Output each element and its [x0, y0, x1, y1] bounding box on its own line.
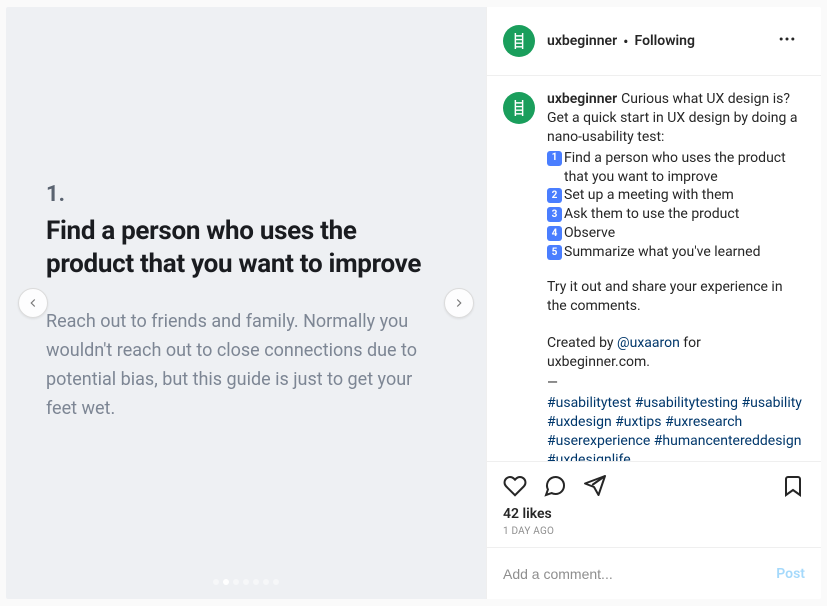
- keycap-2-icon: 2: [547, 188, 562, 203]
- carousel-prev-button[interactable]: [18, 288, 48, 318]
- post-modal: 1. Find a person who uses the product th…: [6, 7, 821, 599]
- chevron-left-icon: [26, 296, 40, 310]
- carousel-pagination: [6, 579, 486, 585]
- caption-step: 4Observe: [547, 224, 805, 243]
- mention-link[interactable]: @uxaaron: [617, 335, 680, 351]
- slide-body: Reach out to friends and family. Normall…: [46, 308, 446, 423]
- keycap-1-icon: 1: [547, 151, 562, 166]
- comment-button[interactable]: [543, 474, 567, 498]
- paper-plane-icon: [583, 474, 607, 498]
- caption-text: uxbeginnerCurious what UX design is? Get…: [547, 90, 805, 461]
- post-comment-button[interactable]: Post: [776, 566, 805, 582]
- caption-step: 3Ask them to use the product: [547, 205, 805, 224]
- post-header: uxbeginner • Following: [487, 7, 821, 76]
- keycap-4-icon: 4: [547, 226, 562, 241]
- keycap-5-icon: 5: [547, 245, 562, 260]
- caption-tryout: Try it out and share your experience in …: [547, 278, 805, 316]
- slide-number: 1.: [46, 182, 446, 207]
- speech-bubble-icon: [543, 474, 567, 498]
- post-timestamp: 1 DAY AGO: [503, 526, 805, 537]
- heart-icon: [503, 474, 527, 498]
- ladder-icon: [511, 33, 527, 49]
- likes-count[interactable]: 42 likes: [503, 506, 805, 522]
- avatar[interactable]: [503, 92, 535, 124]
- keycap-3-icon: 3: [547, 207, 562, 222]
- save-button[interactable]: [781, 474, 805, 498]
- media-panel: 1. Find a person who uses the product th…: [6, 7, 486, 599]
- follow-status[interactable]: Following: [635, 33, 695, 49]
- more-horizontal-icon: [777, 29, 797, 49]
- ladder-icon: [511, 100, 527, 116]
- comment-input[interactable]: [503, 566, 776, 582]
- avatar[interactable]: [503, 25, 535, 57]
- caption-username[interactable]: uxbeginner: [547, 91, 617, 107]
- more-options-button[interactable]: [769, 21, 805, 61]
- carousel-next-button[interactable]: [444, 288, 474, 318]
- like-button[interactable]: [503, 474, 527, 498]
- chevron-right-icon: [452, 296, 466, 310]
- header-username[interactable]: uxbeginner: [547, 33, 617, 49]
- bookmark-icon: [781, 474, 805, 498]
- caption-dash: —: [547, 374, 805, 393]
- caption-step: 5Summarize what you've learned: [547, 243, 805, 262]
- caption-step: 1Find a person who uses the product that…: [547, 149, 805, 187]
- caption-area: uxbeginnerCurious what UX design is? Get…: [487, 76, 821, 461]
- comment-row: Post: [487, 547, 821, 599]
- side-panel: uxbeginner • Following: [486, 7, 821, 599]
- header-separator: •: [623, 32, 628, 51]
- share-button[interactable]: [583, 474, 607, 498]
- action-bar: 42 likes 1 DAY AGO: [487, 461, 821, 547]
- slide-title: Find a person who uses the product that …: [46, 215, 446, 280]
- caption-credit: Created by @uxaaron for uxbeginner.com.: [547, 334, 805, 372]
- caption-hashtags[interactable]: #usabilitytest #usabilitytesting #usabil…: [547, 394, 805, 461]
- caption-step: 2Set up a meeting with them: [547, 186, 805, 205]
